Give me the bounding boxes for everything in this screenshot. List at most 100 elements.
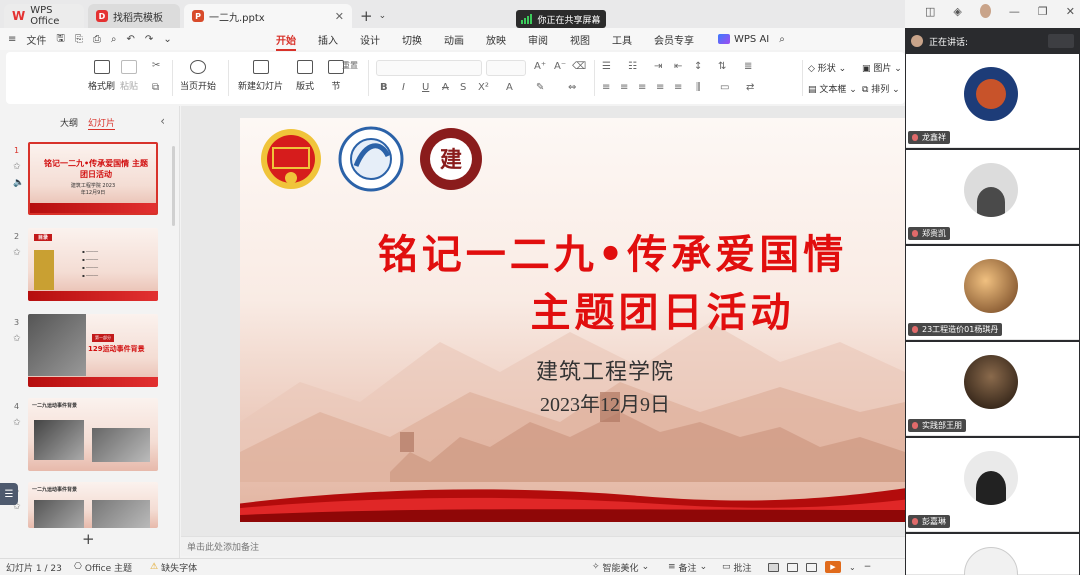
new-slide-button[interactable]: 新建幻灯片	[238, 60, 283, 92]
text-box-options-icon[interactable]: ▭	[720, 82, 729, 93]
minimize-icon[interactable]: —	[1009, 5, 1020, 18]
columns-icon[interactable]: ⫼	[696, 82, 701, 93]
star-icon[interactable]: ✩	[13, 162, 21, 172]
format-painter-button[interactable]: 格式刷	[88, 60, 115, 92]
textbox-button[interactable]: ▤ 文本框 ⌄	[808, 82, 857, 95]
convert-icon[interactable]: ⇄	[746, 82, 754, 93]
tab-current-pptx[interactable]: P 一二九.pptx ✕	[184, 4, 352, 28]
clear-format-icon[interactable]: ⌫	[572, 61, 586, 72]
reset-button[interactable]: 重置	[342, 60, 358, 71]
font-color-icon[interactable]: A	[506, 82, 513, 93]
slideshow-play-button[interactable]: ▶	[825, 561, 841, 573]
shadow-icon[interactable]: S	[460, 82, 466, 93]
cube-icon[interactable]: ◈	[953, 5, 961, 18]
notes-toggle[interactable]: ≡ 备注 ⌄	[668, 561, 707, 574]
user-avatar[interactable]	[979, 4, 991, 18]
tab-outline[interactable]: 大纲	[60, 116, 78, 130]
redo-icon[interactable]: ↷	[145, 34, 153, 45]
participant-tile[interactable]: 彭嘉琳	[906, 438, 1079, 532]
participant-tile[interactable]: 实践部王朋	[906, 342, 1079, 436]
align-text-icon[interactable]: ≣	[744, 61, 752, 72]
align-right-icon[interactable]: ≡	[638, 82, 646, 93]
thumbnail-scrollbar[interactable]	[172, 146, 175, 226]
tab-wps-office[interactable]: W WPS Office	[4, 4, 84, 28]
strikethrough-icon[interactable]: A	[442, 82, 449, 93]
underline-icon[interactable]: U	[422, 82, 429, 93]
close-tab-icon[interactable]: ✕	[335, 10, 344, 23]
menu-tab[interactable]: 会员专享	[654, 32, 694, 47]
indent-icon[interactable]: ⇥	[654, 61, 662, 72]
char-spacing-icon[interactable]: ⇔	[568, 82, 576, 93]
normal-view-icon[interactable]	[768, 562, 779, 572]
slide-date[interactable]: 2023年12月9日	[480, 388, 730, 417]
participant-tile[interactable]: 23工程造价01杨琪丹	[906, 246, 1079, 340]
participant-tile[interactable]: 龙鑫祥	[906, 54, 1079, 148]
menu-tab[interactable]: 设计	[360, 32, 380, 47]
menu-tab[interactable]: 动画	[444, 32, 464, 47]
star-icon[interactable]: ✩	[13, 334, 21, 344]
close-window-icon[interactable]: ✕	[1066, 5, 1075, 18]
theme-indicator[interactable]: ⎔ Office 主题	[74, 561, 132, 574]
preview-icon[interactable]: ⌕	[111, 34, 117, 45]
bullet-list-icon[interactable]: ☰	[602, 61, 611, 72]
shrink-font-icon[interactable]: A⁻	[554, 61, 566, 72]
text-direction-icon[interactable]: ⇅	[718, 61, 726, 72]
menu-tab[interactable]: 审阅	[528, 32, 548, 47]
distribute-icon[interactable]: ≡	[674, 82, 682, 93]
comments-toggle[interactable]: ▭ 批注	[722, 561, 752, 574]
paste-button[interactable]: 粘贴	[120, 60, 138, 92]
menu-tab[interactable]: 放映	[486, 32, 506, 47]
slide-title-line-1[interactable]: 铭记一二九•传承爱国情	[330, 222, 895, 280]
bold-icon[interactable]: B	[380, 82, 388, 93]
italic-icon[interactable]: I	[402, 82, 405, 93]
menu-tab[interactable]: 工具	[612, 32, 632, 47]
menu-tab[interactable]: 开始	[276, 32, 296, 51]
cut-icon[interactable]: ✂	[152, 60, 160, 71]
slide-title-line-2[interactable]: 主题团日活动	[440, 280, 885, 338]
notes-pane[interactable]: 单击此处添加备注	[181, 536, 905, 556]
floating-menu-button[interactable]: ☰	[0, 483, 18, 505]
hamburger-icon[interactable]: ≡	[8, 34, 16, 45]
menu-tab[interactable]: 插入	[318, 32, 338, 47]
font-family-select[interactable]	[376, 60, 482, 76]
wps-ai-button[interactable]: WPS AI ⌕	[718, 34, 785, 45]
undo-icon[interactable]: ↶	[127, 34, 135, 45]
menu-tab[interactable]: 切换	[402, 32, 422, 47]
justify-icon[interactable]: ≡	[656, 82, 664, 93]
zoom-out-icon[interactable]: −	[864, 562, 872, 572]
star-icon[interactable]: ✩	[13, 418, 21, 428]
more-chevron-icon[interactable]: ⌄	[163, 34, 171, 45]
font-size-select[interactable]	[486, 60, 526, 76]
chevron-down-icon[interactable]: ⌄	[849, 563, 856, 572]
smart-beautify-button[interactable]: ✧ 智能美化 ⌄	[592, 561, 649, 574]
export-icon[interactable]: ⎘	[75, 34, 83, 45]
shape-button[interactable]: ◇ 形状 ⌄	[808, 61, 846, 74]
speaker-icon[interactable]: 🔈	[13, 178, 24, 188]
save-icon[interactable]: 🖫	[56, 31, 65, 48]
screen-share-banner[interactable]: 你正在共享屏幕	[516, 10, 606, 28]
numbered-list-icon[interactable]: ☷	[628, 61, 637, 72]
tab-slides[interactable]: 幻灯片	[88, 116, 116, 130]
new-tab-button[interactable]: +	[360, 7, 373, 25]
arrange-button[interactable]: ⧉ 排列 ⌄	[862, 82, 900, 95]
print-icon[interactable]: ⎙	[93, 34, 101, 45]
layout-button[interactable]: 版式	[296, 60, 314, 92]
grow-font-icon[interactable]: A⁺	[534, 61, 546, 72]
menu-tab[interactable]: 视图	[570, 32, 590, 47]
play-from-current-button[interactable]: 当页开始	[180, 60, 216, 92]
copy-icon[interactable]: ⧉	[152, 82, 159, 93]
layout-icon[interactable]: ◫	[925, 5, 935, 18]
sorter-view-icon[interactable]	[787, 562, 798, 572]
restore-icon[interactable]: ❐	[1038, 5, 1048, 18]
align-left-icon[interactable]: ≡	[602, 82, 610, 93]
participant-tile[interactable]: 郑贵凯	[906, 150, 1079, 244]
participant-tile[interactable]	[906, 534, 1079, 575]
star-icon[interactable]: ✩	[13, 248, 21, 258]
outdent-icon[interactable]: ⇤	[674, 61, 682, 72]
tab-docer-templates[interactable]: D 找稻壳模板	[88, 4, 180, 28]
highlight-icon[interactable]: ✎	[536, 82, 544, 93]
file-menu[interactable]: 文件	[26, 32, 46, 47]
align-center-icon[interactable]: ≡	[620, 82, 628, 93]
picture-button[interactable]: ▣ 图片 ⌄	[862, 61, 902, 74]
search-icon[interactable]: ⌕	[779, 34, 785, 45]
